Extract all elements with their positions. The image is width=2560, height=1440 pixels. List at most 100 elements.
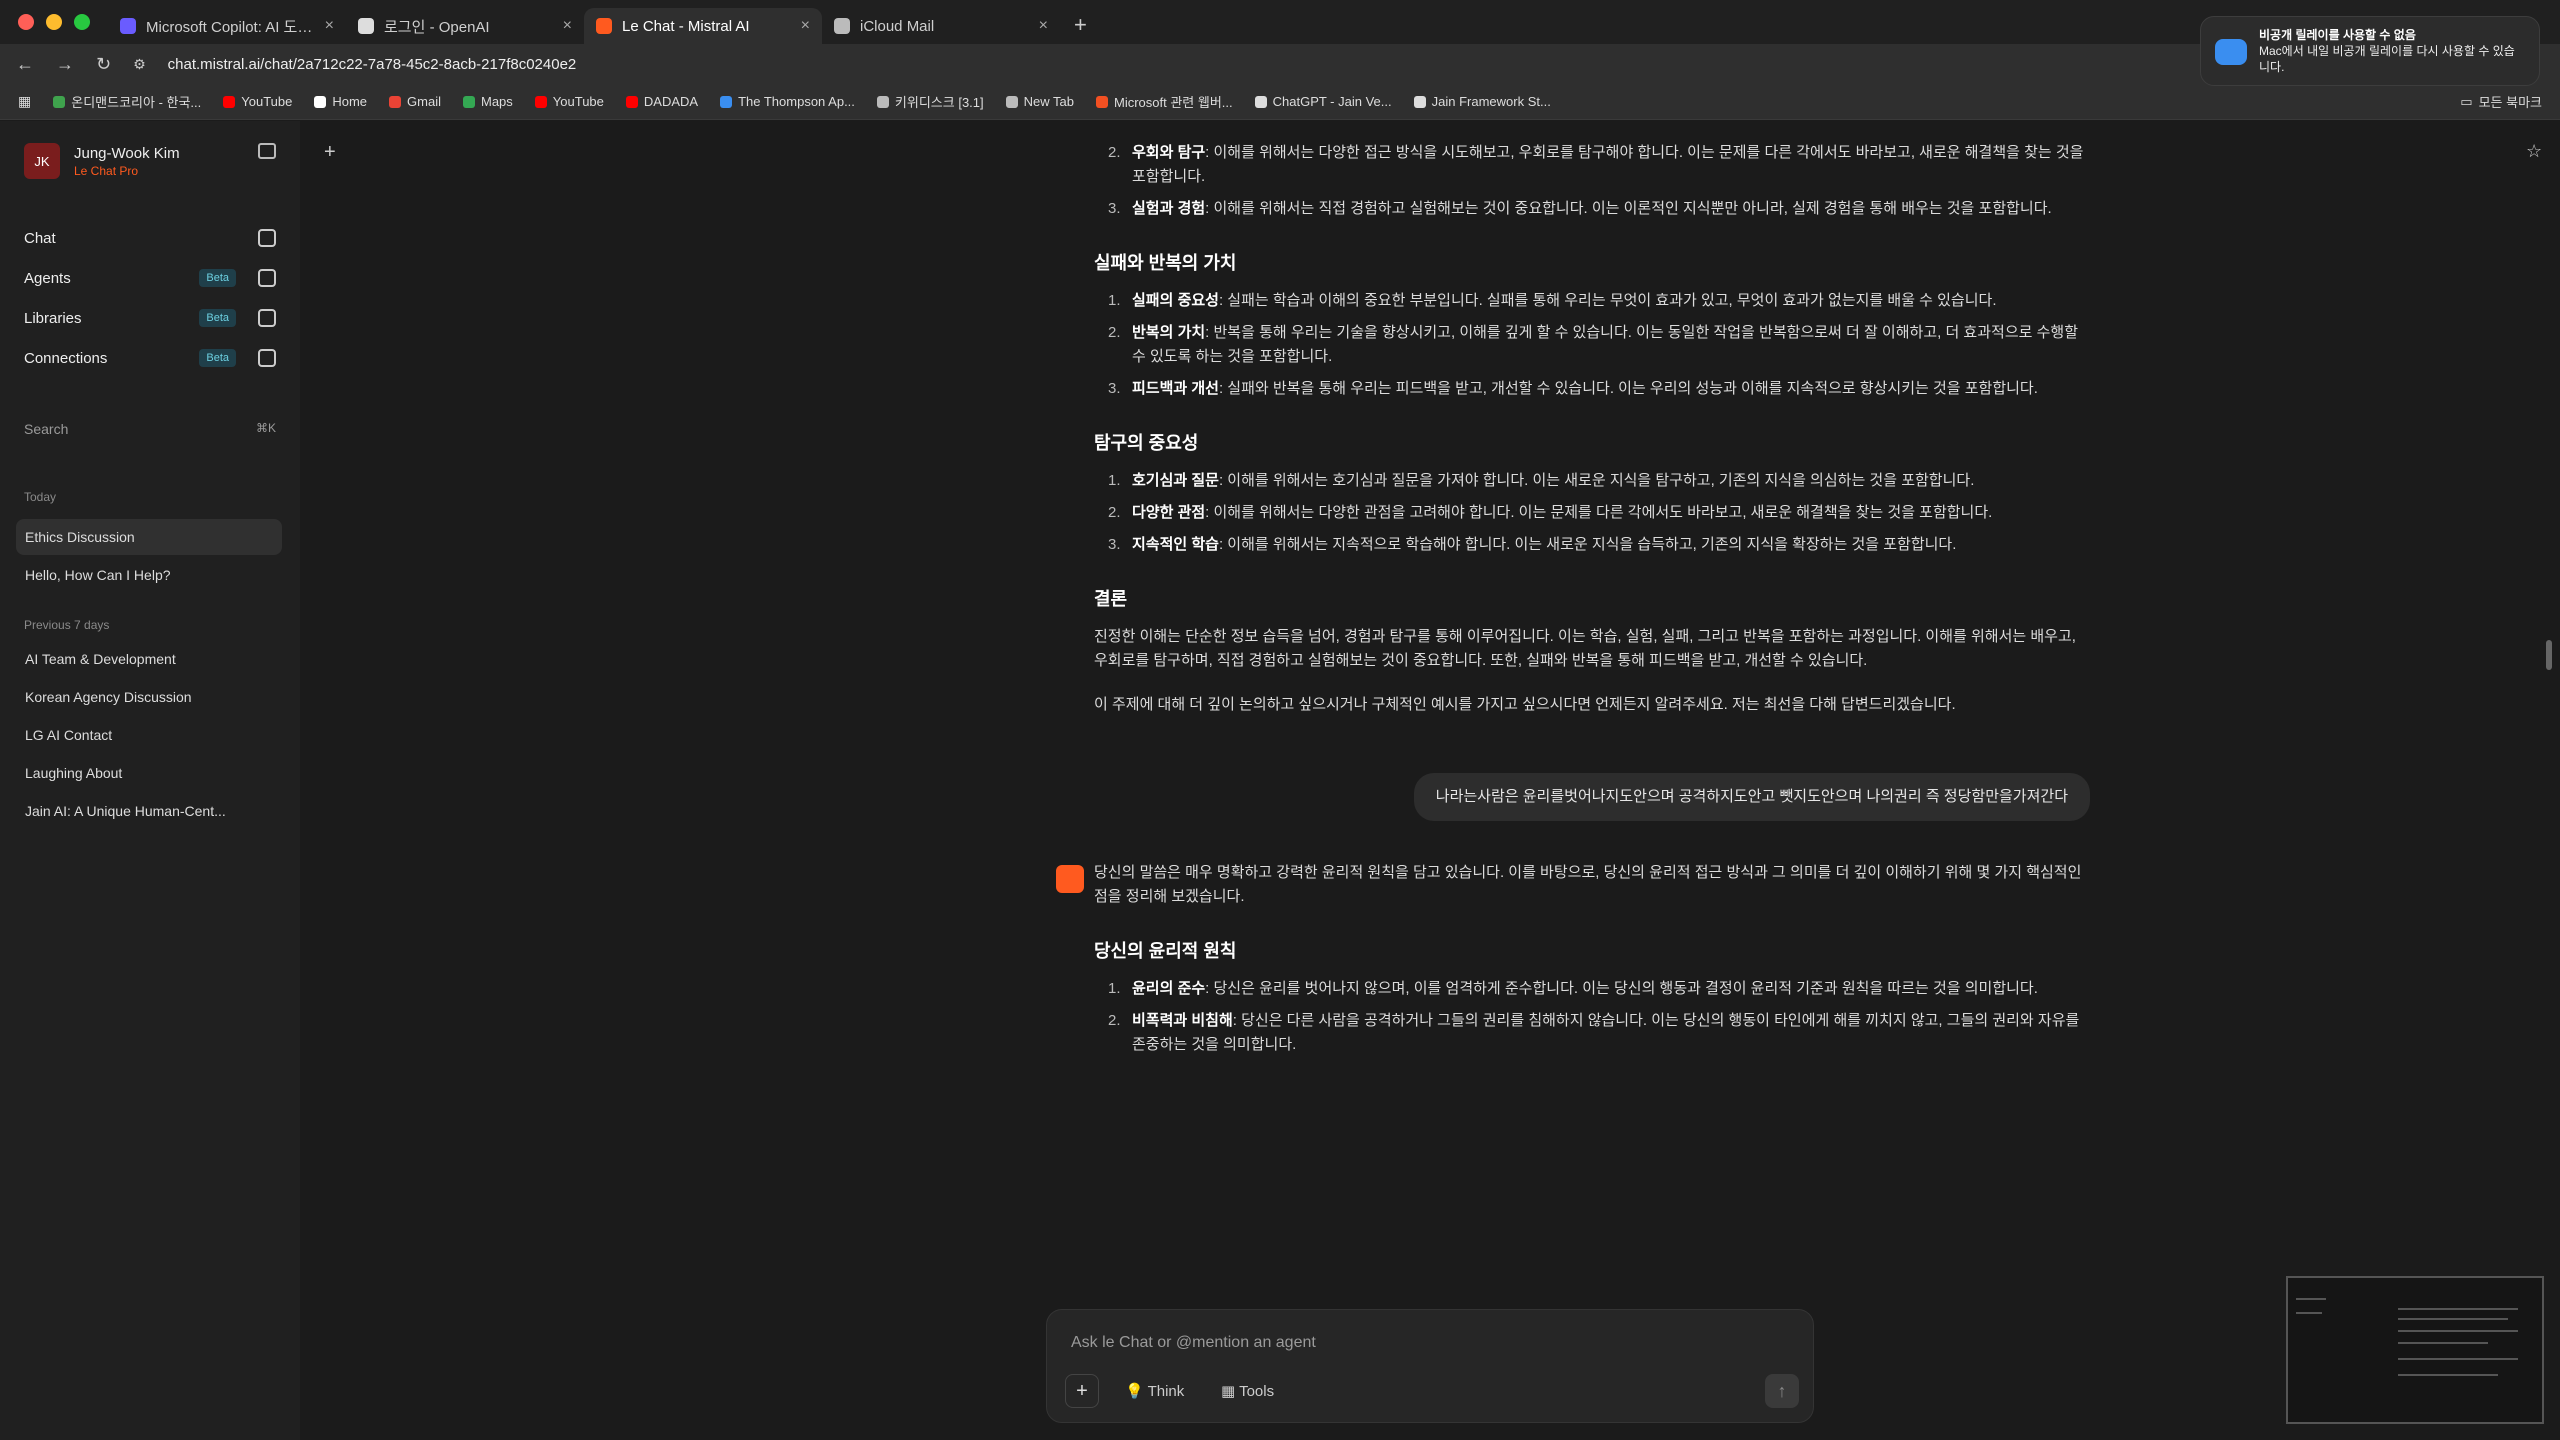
folder-icon: ▭ <box>2460 93 2473 109</box>
list-item: 3. 피드백과 개선: 실패와 반복을 통해 우리는 피드백을 받고, 개선할 수… <box>1108 380 2038 397</box>
attach-button[interactable]: + <box>1065 1374 1099 1408</box>
tools-button[interactable]: ▦ Tools <box>1221 1382 1274 1400</box>
bookmark-item[interactable]: Jain Framework St... <box>1413 92 1551 111</box>
bookmark-item[interactable]: Maps <box>463 92 513 111</box>
bookmark-item[interactable]: DADADA <box>625 92 698 111</box>
send-button[interactable]: ↑ <box>1765 1374 1799 1408</box>
browser-tab[interactable]: 로그인 - OpenAI × <box>346 8 584 44</box>
bookmark-item[interactable]: 온디맨드코리아 - 한국... <box>53 92 201 111</box>
history-item[interactable]: AI Team & Development <box>16 641 282 677</box>
notification-toast[interactable]: 비공개 릴레이를 사용할 수 없음 Mac에서 내일 비공개 릴레이를 다시 사… <box>2200 16 2540 86</box>
sidebar-item-connections[interactable]: Connections Beta <box>24 344 276 372</box>
heading-conclusion: 결론 <box>1094 589 1128 609</box>
close-tab-icon[interactable]: × <box>801 17 810 35</box>
bookmark-item[interactable]: New Tab <box>1005 92 1074 111</box>
close-tab-icon[interactable]: × <box>1039 17 1048 35</box>
sidebar-toggle-icon[interactable] <box>258 143 276 159</box>
bookmark-item[interactable]: ChatGPT - Jain Ve... <box>1254 92 1392 111</box>
bookmark-item[interactable]: Microsoft 관련 웹버... <box>1095 92 1233 111</box>
bookmark-favicon-icon <box>223 95 236 108</box>
chat-area: + ☆ 2. 우회와 탐구: 이해를 위해서는 다양한 접근 방식을 시도해보고… <box>300 121 2560 1440</box>
bookmark-item[interactable]: YouTube <box>223 92 292 111</box>
tab-favicon-icon <box>596 18 612 34</box>
tab-favicon-icon <box>358 18 374 34</box>
sidebar-item-agents[interactable]: Agents Beta <box>24 264 276 292</box>
list-item: 3. 실험과 경험: 이해를 위해서는 직접 경험하고 실험해보는 것이 중요합니… <box>1108 200 2052 217</box>
plan-badge: Le Chat Pro <box>74 163 139 178</box>
browser-tab-strip: Microsoft Copilot: AI 도우미 × 로그인 - OpenAI × L… <box>0 0 2560 44</box>
close-tab-icon[interactable]: × <box>325 17 334 35</box>
history-item[interactable]: Jain AI: A Unique Human-Cent... <box>16 793 282 829</box>
heading-principles: 당신의 윤리적 원칙 <box>1094 941 1237 961</box>
section-previous: Previous 7 days <box>24 618 110 632</box>
bookmarks-bar: ▦ 온디맨드코리아 - 한국... YouTube Home Gmail Maps You… <box>0 84 2560 120</box>
avatar: JK <box>24 143 60 179</box>
conversation: 2. 우회와 탐구: 이해를 위해서는 다양한 접근 방식을 시도해보고, 우회로… <box>1056 141 2090 1065</box>
bookmark-item[interactable]: Home <box>314 92 367 111</box>
close-tab-icon[interactable]: × <box>563 17 572 35</box>
bookmark-favicon-icon <box>1254 95 1267 108</box>
new-tab-button[interactable]: + <box>1060 12 1101 44</box>
window-controls <box>0 0 108 44</box>
beta-badge: Beta <box>199 309 236 327</box>
close-window-button[interactable] <box>18 14 34 30</box>
browser-tab[interactable]: Microsoft Copilot: AI 도우미 × <box>108 8 346 44</box>
search-input[interactable]: Search ⌘K <box>24 421 276 437</box>
message-input[interactable]: Ask le Chat or @mention an agent <box>1071 1334 1316 1352</box>
tab-favicon-icon <box>834 18 850 34</box>
bookmark-item[interactable]: The Thompson Ap... <box>720 92 855 111</box>
history-item[interactable]: Ethics Discussion <box>16 519 282 555</box>
search-shortcut: ⌘K <box>255 421 276 435</box>
bookmark-item[interactable]: Gmail <box>389 92 441 111</box>
reload-icon[interactable]: ↻ <box>96 54 111 75</box>
list-item: 2. 다양한 관점: 이해를 위해서는 다양한 관점을 고려해야 합니다. 이는 … <box>1108 504 1993 521</box>
browser-tab[interactable]: iCloud Mail × <box>822 8 1060 44</box>
history-item[interactable]: LG AI Contact <box>16 717 282 753</box>
section-today: Today <box>24 490 57 504</box>
bookmark-item[interactable]: YouTube <box>534 92 604 111</box>
url-field[interactable]: chat.mistral.ai/chat/2a712c22-7a78-45c2-… <box>168 56 2544 73</box>
all-bookmarks-folder[interactable]: ▭ 모든 북마크 <box>2460 92 2542 111</box>
lightbulb-icon: 💡 <box>1125 1383 1144 1400</box>
bookmark-favicon-icon <box>389 95 402 108</box>
user-profile[interactable]: JK Jung-Wook Kim Le Chat Pro <box>24 143 180 179</box>
history-item[interactable]: Hello, How Can I Help? <box>16 557 282 593</box>
bookmark-item[interactable]: 키위디스크 [3.1] <box>876 92 984 111</box>
new-chat-button[interactable]: + <box>324 141 336 164</box>
history-item[interactable]: Laughing About <box>16 755 282 791</box>
bookmark-favicon-icon <box>534 95 547 108</box>
site-settings-icon[interactable]: ⚙ <box>133 56 146 73</box>
conclusion-paragraph-2: 이 주제에 대해 더 깊이 논의하고 싶으시거나 구체적인 예시를 가지고 싶으… <box>1094 696 1956 713</box>
sidebar: JK Jung-Wook Kim Le Chat Pro Chat Agents B… <box>0 121 300 1440</box>
chat-composer: Ask le Chat or @mention an agent + 💡 Thi… <box>1046 1309 1814 1423</box>
sidebar-item-libraries[interactable]: Libraries Beta <box>24 304 276 332</box>
think-button[interactable]: 💡 Think <box>1125 1382 1184 1400</box>
history-item[interactable]: Korean Agency Discussion <box>16 679 282 715</box>
bookmark-favicon-icon <box>463 95 475 108</box>
back-icon[interactable]: ← <box>16 54 34 75</box>
browser-tab[interactable]: Le Chat - Mistral AI × <box>584 8 822 44</box>
minimize-window-button[interactable] <box>46 14 62 30</box>
assistant-message: 당신의 말씀은 매우 명확하고 강력한 윤리적 원칙을 담고 있습니다. 이를 … <box>1056 861 2090 1057</box>
robot-icon <box>258 269 276 287</box>
conclusion-paragraph-1: 진정한 이해는 단순한 정보 습득을 넘어, 경험과 탐구를 통해 이루어집니다… <box>1094 628 2076 669</box>
list-item: 1. 실패의 중요성: 실패는 학습과 이해의 중요한 부분입니다. 실패를 통해… <box>1108 292 1997 309</box>
document-icon <box>258 309 276 327</box>
forward-icon[interactable]: → <box>56 54 74 75</box>
scrollbar-thumb[interactable] <box>2546 640 2552 670</box>
bookmark-favicon-icon <box>314 95 327 108</box>
maximize-window-button[interactable] <box>74 14 90 30</box>
list-item: 1. 호기심과 질문: 이해를 위해서는 호기심과 질문을 가져야 합니다. 이는… <box>1108 472 1975 489</box>
reply-intro: 당신의 말씀은 매우 명확하고 강력한 윤리적 원칙을 담고 있습니다. 이를 … <box>1094 864 2082 905</box>
address-bar: ← → ↻ ⚙ chat.mistral.ai/chat/2a712c22-7a… <box>0 44 2560 84</box>
sidebar-item-chat[interactable]: Chat <box>24 224 276 252</box>
beta-badge: Beta <box>199 349 236 367</box>
star-icon[interactable]: ☆ <box>2526 141 2542 162</box>
apps-grid-icon[interactable]: ▦ <box>18 93 31 110</box>
bookmark-favicon-icon <box>1413 95 1426 108</box>
link-icon <box>258 349 276 367</box>
list-item: 2. 반복의 가치: 반복을 통해 우리는 기술을 향상시키고, 이해를 깊게 할… <box>1108 324 2078 365</box>
bookmark-favicon-icon <box>720 95 733 108</box>
screen-thumbnail <box>2286 1276 2544 1424</box>
tab-title: iCloud Mail <box>860 17 935 35</box>
